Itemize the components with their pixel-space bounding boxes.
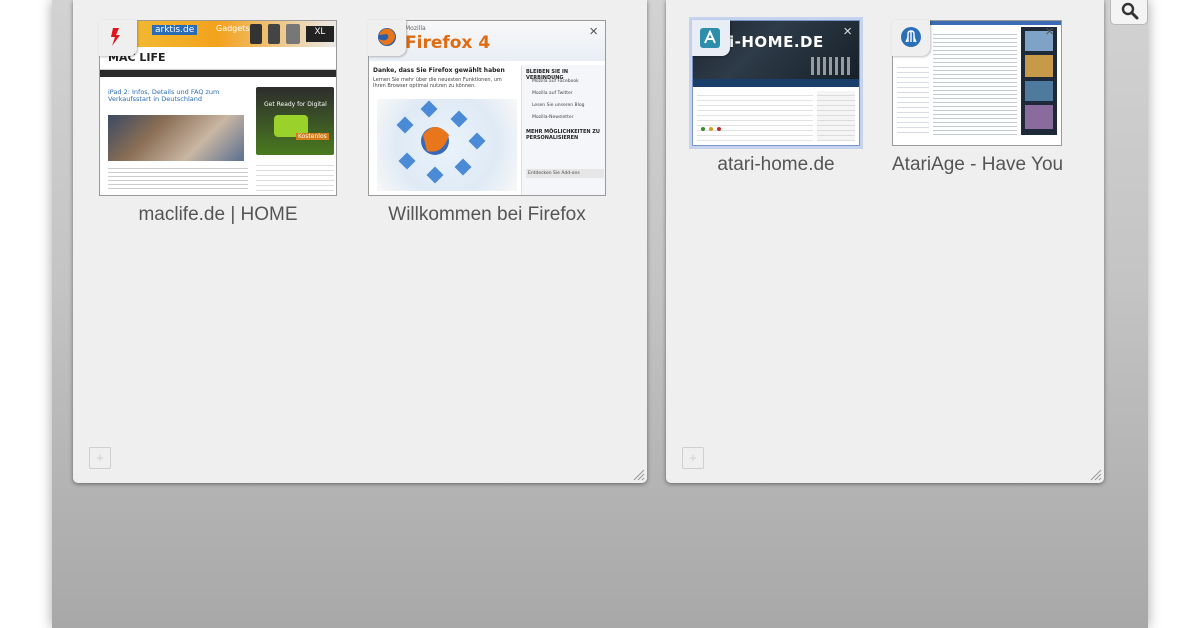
new-tab-icon[interactable]: + — [682, 447, 704, 469]
tab-atari-home[interactable]: i-HOME.DE × atari-home.de — [692, 20, 860, 180]
close-icon[interactable]: × — [843, 24, 852, 39]
firefox-favicon-icon — [376, 26, 398, 48]
tab-favicon-box — [99, 20, 137, 56]
tab-title[interactable]: AtariAge - Have You Played Atari Today? — [892, 154, 1062, 176]
maclife-ad: Get Ready for Digital Kostenlos — [256, 87, 334, 155]
tab-group-1[interactable]: arktis.de Gadgets XL MAC LIFE iPad 2: In… — [73, 0, 647, 483]
atariage-favicon-icon — [900, 26, 922, 48]
tab-favicon-box — [368, 20, 406, 56]
banner-text: arktis.de — [152, 25, 198, 35]
atari-home-favicon-icon — [700, 28, 720, 48]
maclife-headline: iPad 2: Infos, Details und FAQ zum Verka… — [108, 88, 220, 103]
close-icon[interactable]: × — [1045, 24, 1054, 39]
firefox-heading: Danke, dass Sie Firefox gewählt haben — [373, 67, 505, 74]
tab-firefox-welcome[interactable]: Mozilla Firefox 4 Danke, dass Sie Firefo… — [368, 20, 606, 230]
search-icon — [1121, 2, 1139, 20]
atari-home-brand: i-HOME.DE — [729, 33, 824, 51]
tab-title[interactable]: maclife.de | HOME — [99, 204, 337, 226]
firefox-brand: Firefox 4 — [405, 33, 491, 53]
resize-grip-icon[interactable] — [1088, 467, 1102, 481]
search-button[interactable] — [1110, 0, 1148, 25]
tab-maclife[interactable]: arktis.de Gadgets XL MAC LIFE iPad 2: In… — [99, 20, 337, 230]
tab-favicon-box — [892, 20, 930, 56]
tab-group-2[interactable]: i-HOME.DE × atari-home.de × AtariAge - H… — [666, 0, 1104, 483]
firefox-brand-small: Mozilla — [405, 25, 426, 32]
firefox-subheading: Lernen Sie mehr über die neuesten Funkti… — [373, 77, 502, 89]
maclife-photo — [108, 115, 244, 161]
firefox-side-heading-2: MEHR MÖGLICHKEITEN ZU PERSONALISIEREN — [526, 129, 600, 141]
resize-grip-icon[interactable] — [631, 467, 645, 481]
tab-favicon-box — [692, 20, 730, 56]
banner-tag: Gadgets — [216, 24, 250, 33]
tab-title[interactable]: Willkommen bei Firefox — [368, 204, 606, 226]
maclife-favicon-icon — [111, 28, 121, 46]
tab-atariage[interactable]: × AtariAge - Have You Played Atari Today… — [892, 20, 1062, 180]
firefox-feature-diagram — [377, 99, 517, 191]
close-icon[interactable]: × — [589, 24, 598, 39]
tab-title[interactable]: atari-home.de — [692, 154, 860, 176]
new-tab-icon[interactable]: + — [89, 447, 111, 469]
